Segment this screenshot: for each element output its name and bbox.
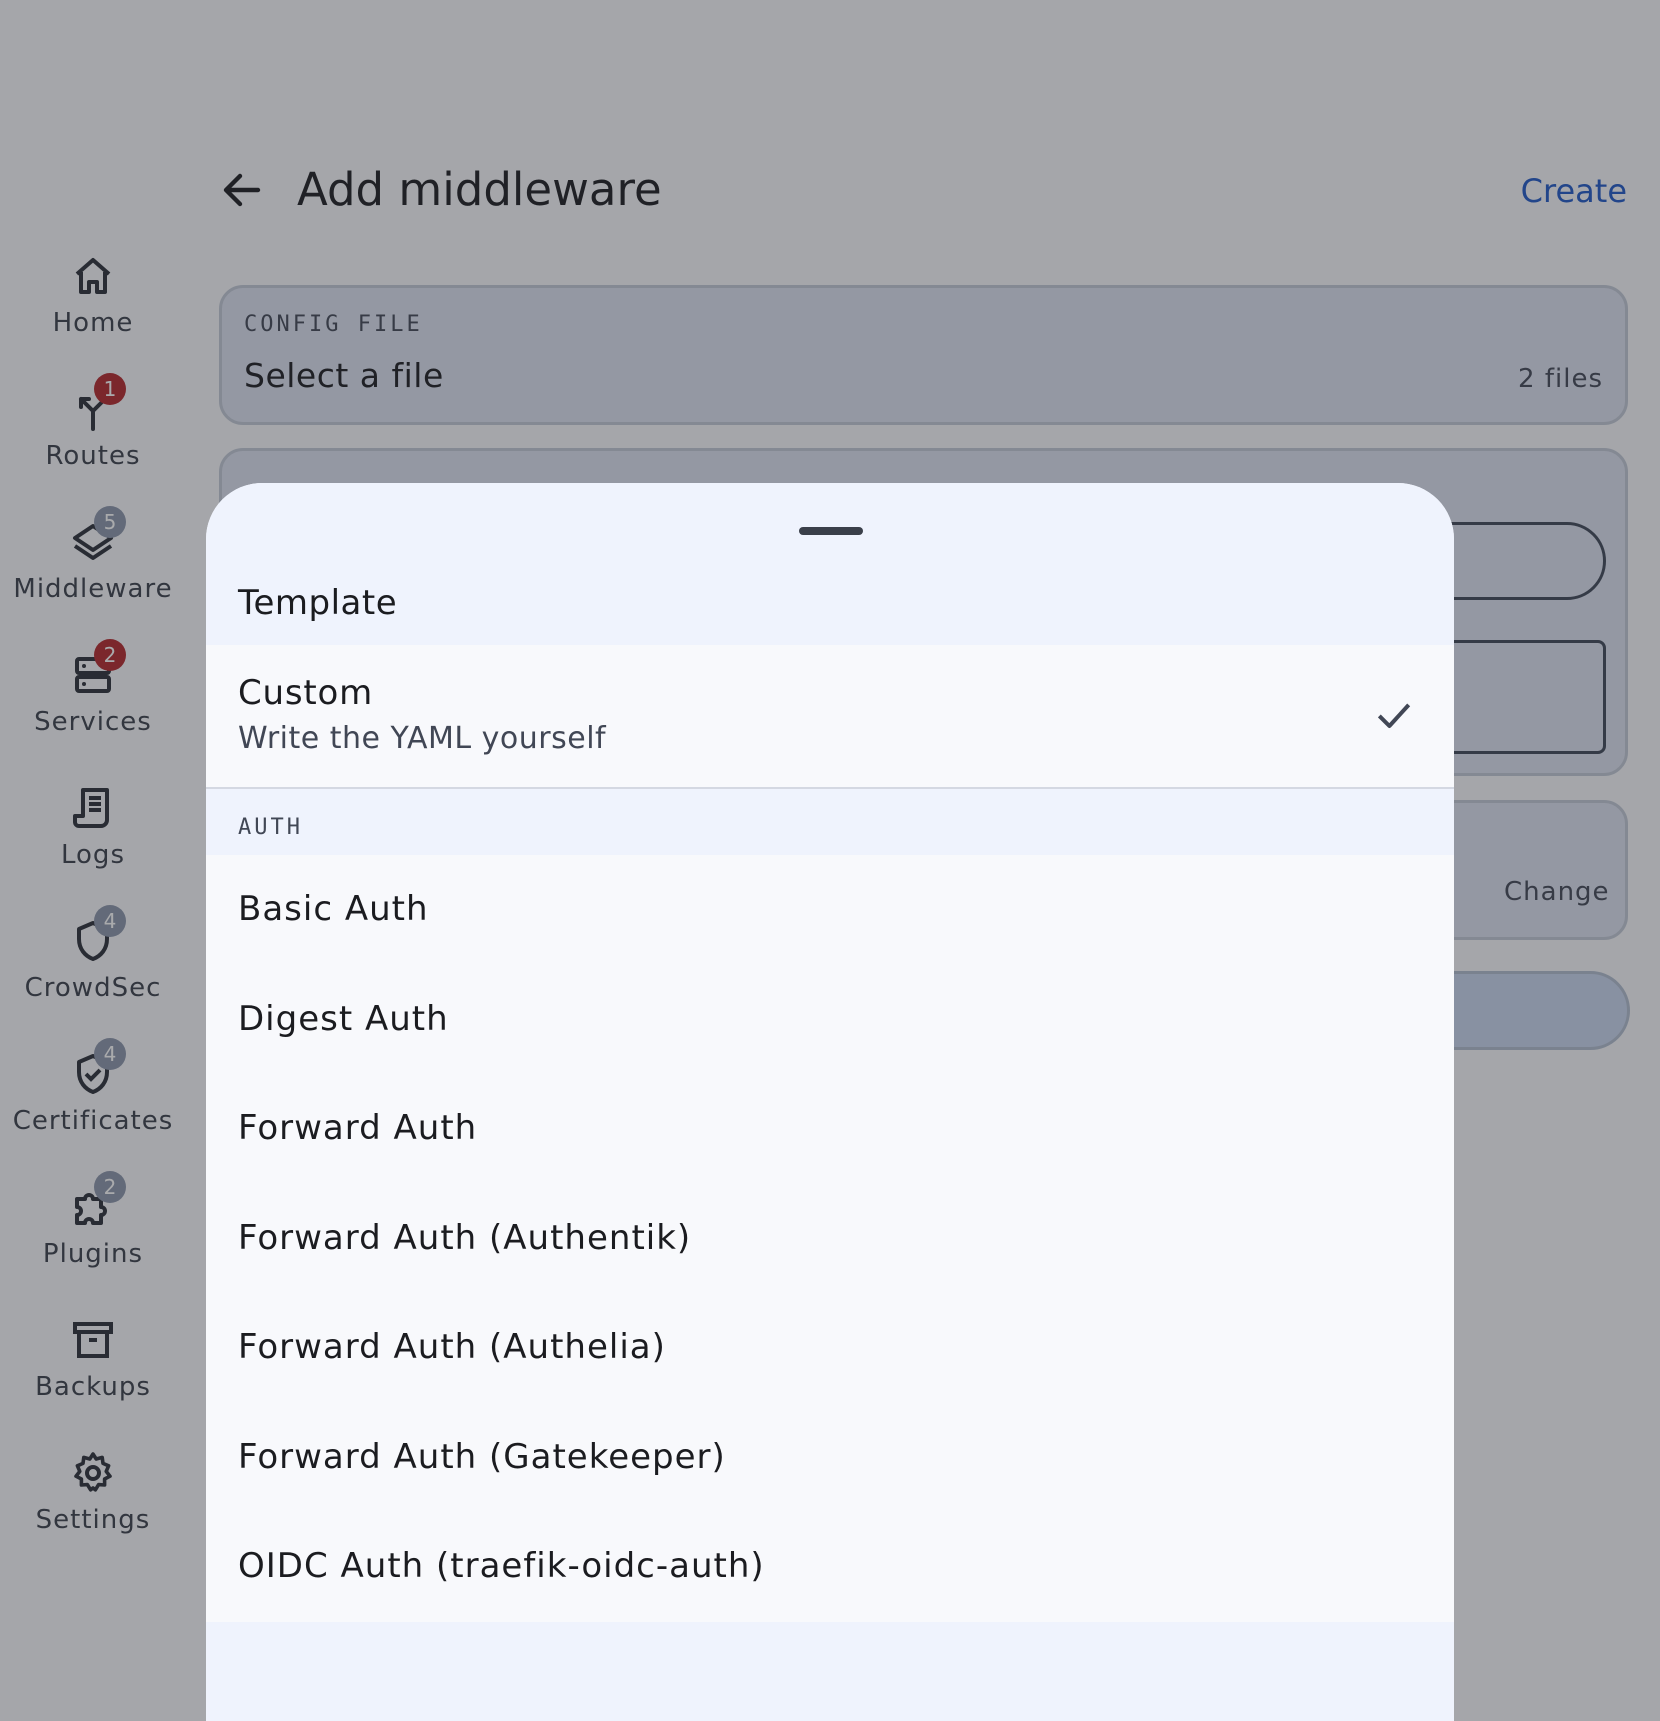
sheet-header: Template [206, 483, 1454, 645]
template-option-custom[interactable]: Custom Write the YAML yourself [206, 645, 1454, 789]
section-header-auth: AUTH [206, 789, 1454, 855]
template-option[interactable]: Forward Auth (Authelia) [206, 1293, 1454, 1403]
sheet-title: Template [238, 583, 398, 623]
template-option[interactable]: Forward Auth [206, 1074, 1454, 1184]
option-label: Forward Auth (Authelia) [238, 1327, 666, 1367]
option-label: Forward Auth [238, 1108, 478, 1148]
section-label: AUTH [238, 815, 303, 840]
template-bottom-sheet: Template Custom Write the YAML yourself … [206, 483, 1454, 1721]
template-option[interactable]: OIDC Auth (traefik-oidc-auth) [206, 1512, 1454, 1622]
option-label: Forward Auth (Gatekeeper) [238, 1437, 726, 1477]
check-icon [1377, 703, 1411, 729]
option-label: Digest Auth [238, 999, 449, 1039]
section-header-next [206, 1622, 1454, 1721]
template-option[interactable]: Forward Auth (Authentik) [206, 1184, 1454, 1294]
option-label: Forward Auth (Authentik) [238, 1218, 692, 1258]
option-subtitle: Write the YAML yourself [238, 721, 607, 756]
template-option[interactable]: Digest Auth [206, 965, 1454, 1075]
template-option[interactable]: Forward Auth (Gatekeeper) [206, 1403, 1454, 1513]
drag-handle[interactable] [799, 527, 863, 535]
option-label: OIDC Auth (traefik-oidc-auth) [238, 1546, 765, 1586]
option-title: Custom [238, 673, 374, 713]
option-label: Basic Auth [238, 889, 429, 929]
template-option[interactable]: Basic Auth [206, 855, 1454, 965]
